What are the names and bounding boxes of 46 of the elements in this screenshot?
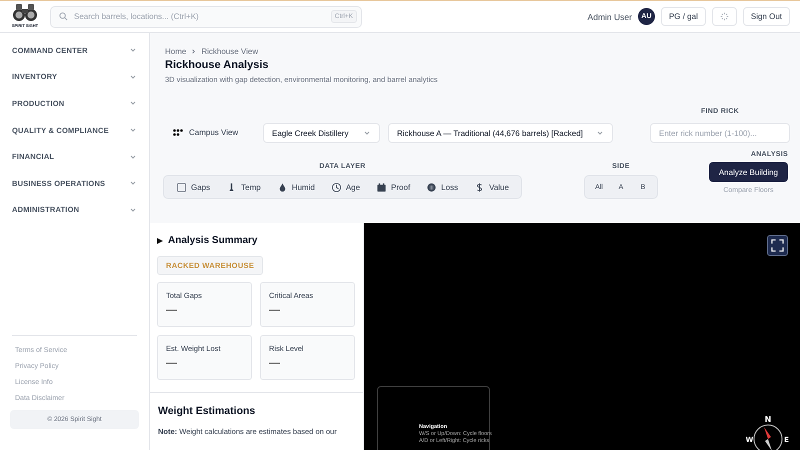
layer-toggle[interactable]: Temp xyxy=(218,179,269,195)
chevron-down-icon xyxy=(129,206,137,214)
loss-icon xyxy=(426,182,438,192)
chevron-down-icon xyxy=(129,179,137,188)
fullscreen-icon xyxy=(771,239,784,252)
layer-toggle[interactable]: Value xyxy=(466,179,517,195)
triangle-icon xyxy=(157,238,163,244)
chevron-down-icon xyxy=(129,46,137,54)
stat-value: — xyxy=(269,304,281,316)
rick-number-field[interactable]: Enter rick number (1-100)... xyxy=(650,123,790,143)
dropdown[interactable]: Eagle Creek Distillery xyxy=(263,123,380,143)
stat-value: — xyxy=(166,357,178,369)
dropdown[interactable]: Rickhouse A — Traditional (44,676 barrels) [Racked] xyxy=(388,123,613,143)
summary-toggle[interactable]: Analysis Summary xyxy=(157,235,355,246)
campus-view-button[interactable]: Campus View xyxy=(165,128,255,143)
chevron-right-icon xyxy=(191,49,196,54)
section-title: Weight Estimations xyxy=(158,405,256,417)
analyze-button[interactable]: Analyze Building xyxy=(708,162,788,182)
layer-toggle[interactable]: Humid xyxy=(268,179,323,195)
chevron-down-icon xyxy=(129,72,137,81)
breadcrumb-link[interactable]: Rickhouse View xyxy=(201,47,258,56)
fullscreen-button[interactable] xyxy=(767,235,788,256)
proof-icon xyxy=(376,182,388,192)
search-icon xyxy=(59,12,68,21)
header-button[interactable]: Sign Out xyxy=(742,7,790,26)
spinner-icon xyxy=(720,11,729,22)
chevron-down-icon xyxy=(363,129,371,137)
layer-toggle[interactable]: Gaps xyxy=(168,179,218,195)
layer-toggle[interactable]: Age xyxy=(322,179,368,195)
search-input[interactable]: Search barrels, locations... (Ctrl+K) xyxy=(74,12,325,21)
header-button[interactable]: PG / gal xyxy=(660,7,706,26)
binoculars-icon xyxy=(12,2,38,22)
layer-toggle[interactable]: Proof xyxy=(368,179,418,195)
breadcrumb-link[interactable]: Home xyxy=(165,47,186,56)
grid-icon xyxy=(173,128,183,136)
chevron-down-icon xyxy=(596,129,604,137)
layer-toggle[interactable]: Loss xyxy=(418,179,466,195)
stat-value: — xyxy=(166,304,178,316)
user-name: Admin User xyxy=(588,12,632,22)
stat-value: — xyxy=(269,357,281,369)
chevron-down-icon xyxy=(129,126,137,134)
chevron-down-icon xyxy=(129,152,137,161)
page-title: Rickhouse Analysis xyxy=(165,59,270,71)
chevron-down-icon xyxy=(129,99,137,108)
age-icon xyxy=(330,182,342,192)
gaps-icon xyxy=(176,182,187,192)
